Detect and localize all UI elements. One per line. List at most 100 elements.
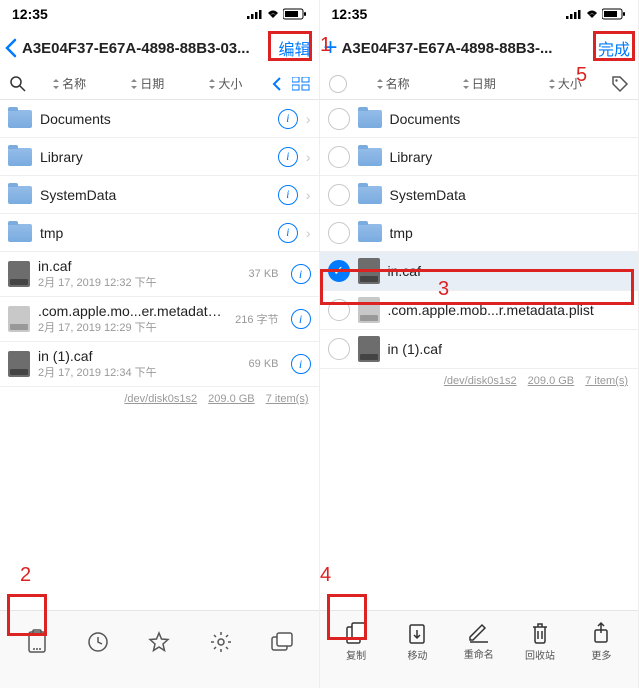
annotation-label-1: 1 (320, 34, 331, 57)
status-time: 12:35 (332, 6, 368, 22)
tool-trash[interactable]: 回收站 (515, 621, 565, 662)
info-button[interactable]: i (278, 185, 298, 205)
nav-title: A3E04F37-E67A-4898-88B3-03... (22, 40, 270, 57)
select-checkbox[interactable] (328, 108, 350, 130)
status-bar: 12:35 (0, 0, 319, 28)
disk-summary: /dev/disk0s1s2 209.0 GB 7 item(s) (320, 369, 639, 393)
folder-icon (8, 110, 32, 128)
tool-settings[interactable] (196, 630, 246, 654)
sort-date[interactable]: 日期 (108, 75, 186, 92)
clock-icon (86, 630, 110, 654)
select-checkbox[interactable] (328, 299, 350, 321)
chevron-right-icon: › (306, 225, 311, 241)
sort-size[interactable]: 大小 (522, 75, 608, 92)
wifi-icon (585, 9, 599, 19)
tool-history[interactable] (73, 630, 123, 654)
sort-arrows-icon (548, 79, 556, 89)
sort-name[interactable]: 名称 (350, 75, 436, 92)
toolbar: 复制 移动 重命名 回收站 更多 (320, 610, 639, 688)
tool-favorite[interactable] (134, 630, 184, 654)
select-checkbox[interactable] (328, 184, 350, 206)
sort-arrows-icon (130, 79, 138, 89)
file-row[interactable]: in (1).caf2月 17, 2019 12:34 下午 69 KB i (0, 342, 319, 387)
status-indicators (247, 8, 307, 20)
annotation-label-4: 4 (320, 564, 331, 587)
file-row[interactable]: in (1).caf (320, 330, 639, 369)
folder-icon (358, 186, 382, 204)
sort-arrows-icon (208, 79, 216, 89)
file-row[interactable]: .com.apple.mob...r.metadata.plist (320, 291, 639, 330)
file-row[interactable]: in.caf2月 17, 2019 12:32 下午 37 KB i (0, 252, 319, 297)
file-row[interactable]: Library i › (0, 138, 319, 176)
info-button[interactable]: i (278, 223, 298, 243)
annotation-label-5: 5 (576, 64, 587, 87)
file-row[interactable]: SystemData i › (0, 176, 319, 214)
move-icon (406, 621, 428, 645)
sort-name[interactable]: 名称 (30, 75, 108, 92)
tool-copy[interactable]: 复制 (331, 621, 381, 662)
share-icon (592, 621, 610, 645)
nav-up-button[interactable] (265, 76, 289, 92)
select-checkbox[interactable] (328, 146, 350, 168)
chevron-right-icon: › (306, 187, 311, 203)
file-row[interactable]: tmp i › (0, 214, 319, 252)
folder-icon (358, 148, 382, 166)
exec-file-icon (358, 336, 380, 362)
edit-button[interactable]: 编辑 (274, 34, 314, 62)
pencil-icon (467, 622, 491, 644)
file-row[interactable]: Documents (320, 100, 639, 138)
select-checkbox[interactable] (328, 222, 350, 244)
tag-button[interactable] (608, 75, 632, 93)
signal-icon (566, 9, 582, 19)
info-button[interactable]: i (291, 309, 311, 329)
folder-icon (358, 224, 382, 242)
copy-icon (345, 621, 367, 645)
sort-arrows-icon (376, 79, 384, 89)
info-button[interactable]: i (291, 354, 311, 374)
sort-size[interactable]: 大小 (186, 75, 264, 92)
battery-icon (283, 8, 307, 20)
select-checkbox[interactable]: ✓ (328, 260, 350, 282)
sort-bar: 名称 日期 大小 (0, 68, 319, 100)
file-list: Documents i › Library i › SystemData i ›… (0, 100, 319, 610)
file-row[interactable]: SystemData (320, 176, 639, 214)
select-all-button[interactable] (326, 75, 350, 93)
tool-rename[interactable]: 重命名 (454, 622, 504, 661)
tool-clipboard[interactable] (12, 629, 62, 655)
select-checkbox[interactable] (328, 338, 350, 360)
tag-icon (611, 75, 629, 93)
file-row[interactable]: tmp (320, 214, 639, 252)
left-pane: 12:35 A3E04F37-E67A-4898-88B3-03... 编辑 名… (0, 0, 320, 688)
gear-icon (209, 630, 233, 654)
trash-icon (530, 621, 550, 645)
back-button[interactable] (4, 38, 18, 58)
exec-file-icon (8, 351, 30, 377)
search-button[interactable] (6, 75, 30, 93)
view-mode-button[interactable] (289, 77, 313, 91)
plist-file-icon (358, 297, 380, 323)
battery-icon (602, 8, 626, 20)
chevron-right-icon: › (306, 111, 311, 127)
wifi-icon (266, 9, 280, 19)
status-indicators (566, 8, 626, 20)
info-button[interactable]: i (278, 147, 298, 167)
exec-file-icon (358, 258, 380, 284)
tool-more[interactable]: 更多 (576, 621, 626, 662)
file-row[interactable]: Documents i › (0, 100, 319, 138)
file-row[interactable]: Library (320, 138, 639, 176)
file-list: Documents Library SystemData tmp ✓ in.ca… (320, 100, 639, 610)
file-row[interactable]: .com.apple.mo...er.metadata.plist2月 17, … (0, 297, 319, 342)
folder-icon (8, 186, 32, 204)
chevron-right-icon: › (306, 149, 311, 165)
sort-date[interactable]: 日期 (436, 75, 522, 92)
tool-windows[interactable] (257, 631, 307, 653)
info-button[interactable]: i (278, 109, 298, 129)
tool-move[interactable]: 移动 (392, 621, 442, 662)
done-button[interactable]: 完成 (594, 34, 634, 62)
folder-icon (8, 148, 32, 166)
nav-title: A3E04F37-E67A-4898-88B3-... (342, 40, 590, 57)
circle-icon (329, 75, 347, 93)
file-row[interactable]: ✓ in.caf (320, 252, 639, 291)
info-button[interactable]: i (291, 264, 311, 284)
chevron-left-icon (4, 38, 18, 58)
